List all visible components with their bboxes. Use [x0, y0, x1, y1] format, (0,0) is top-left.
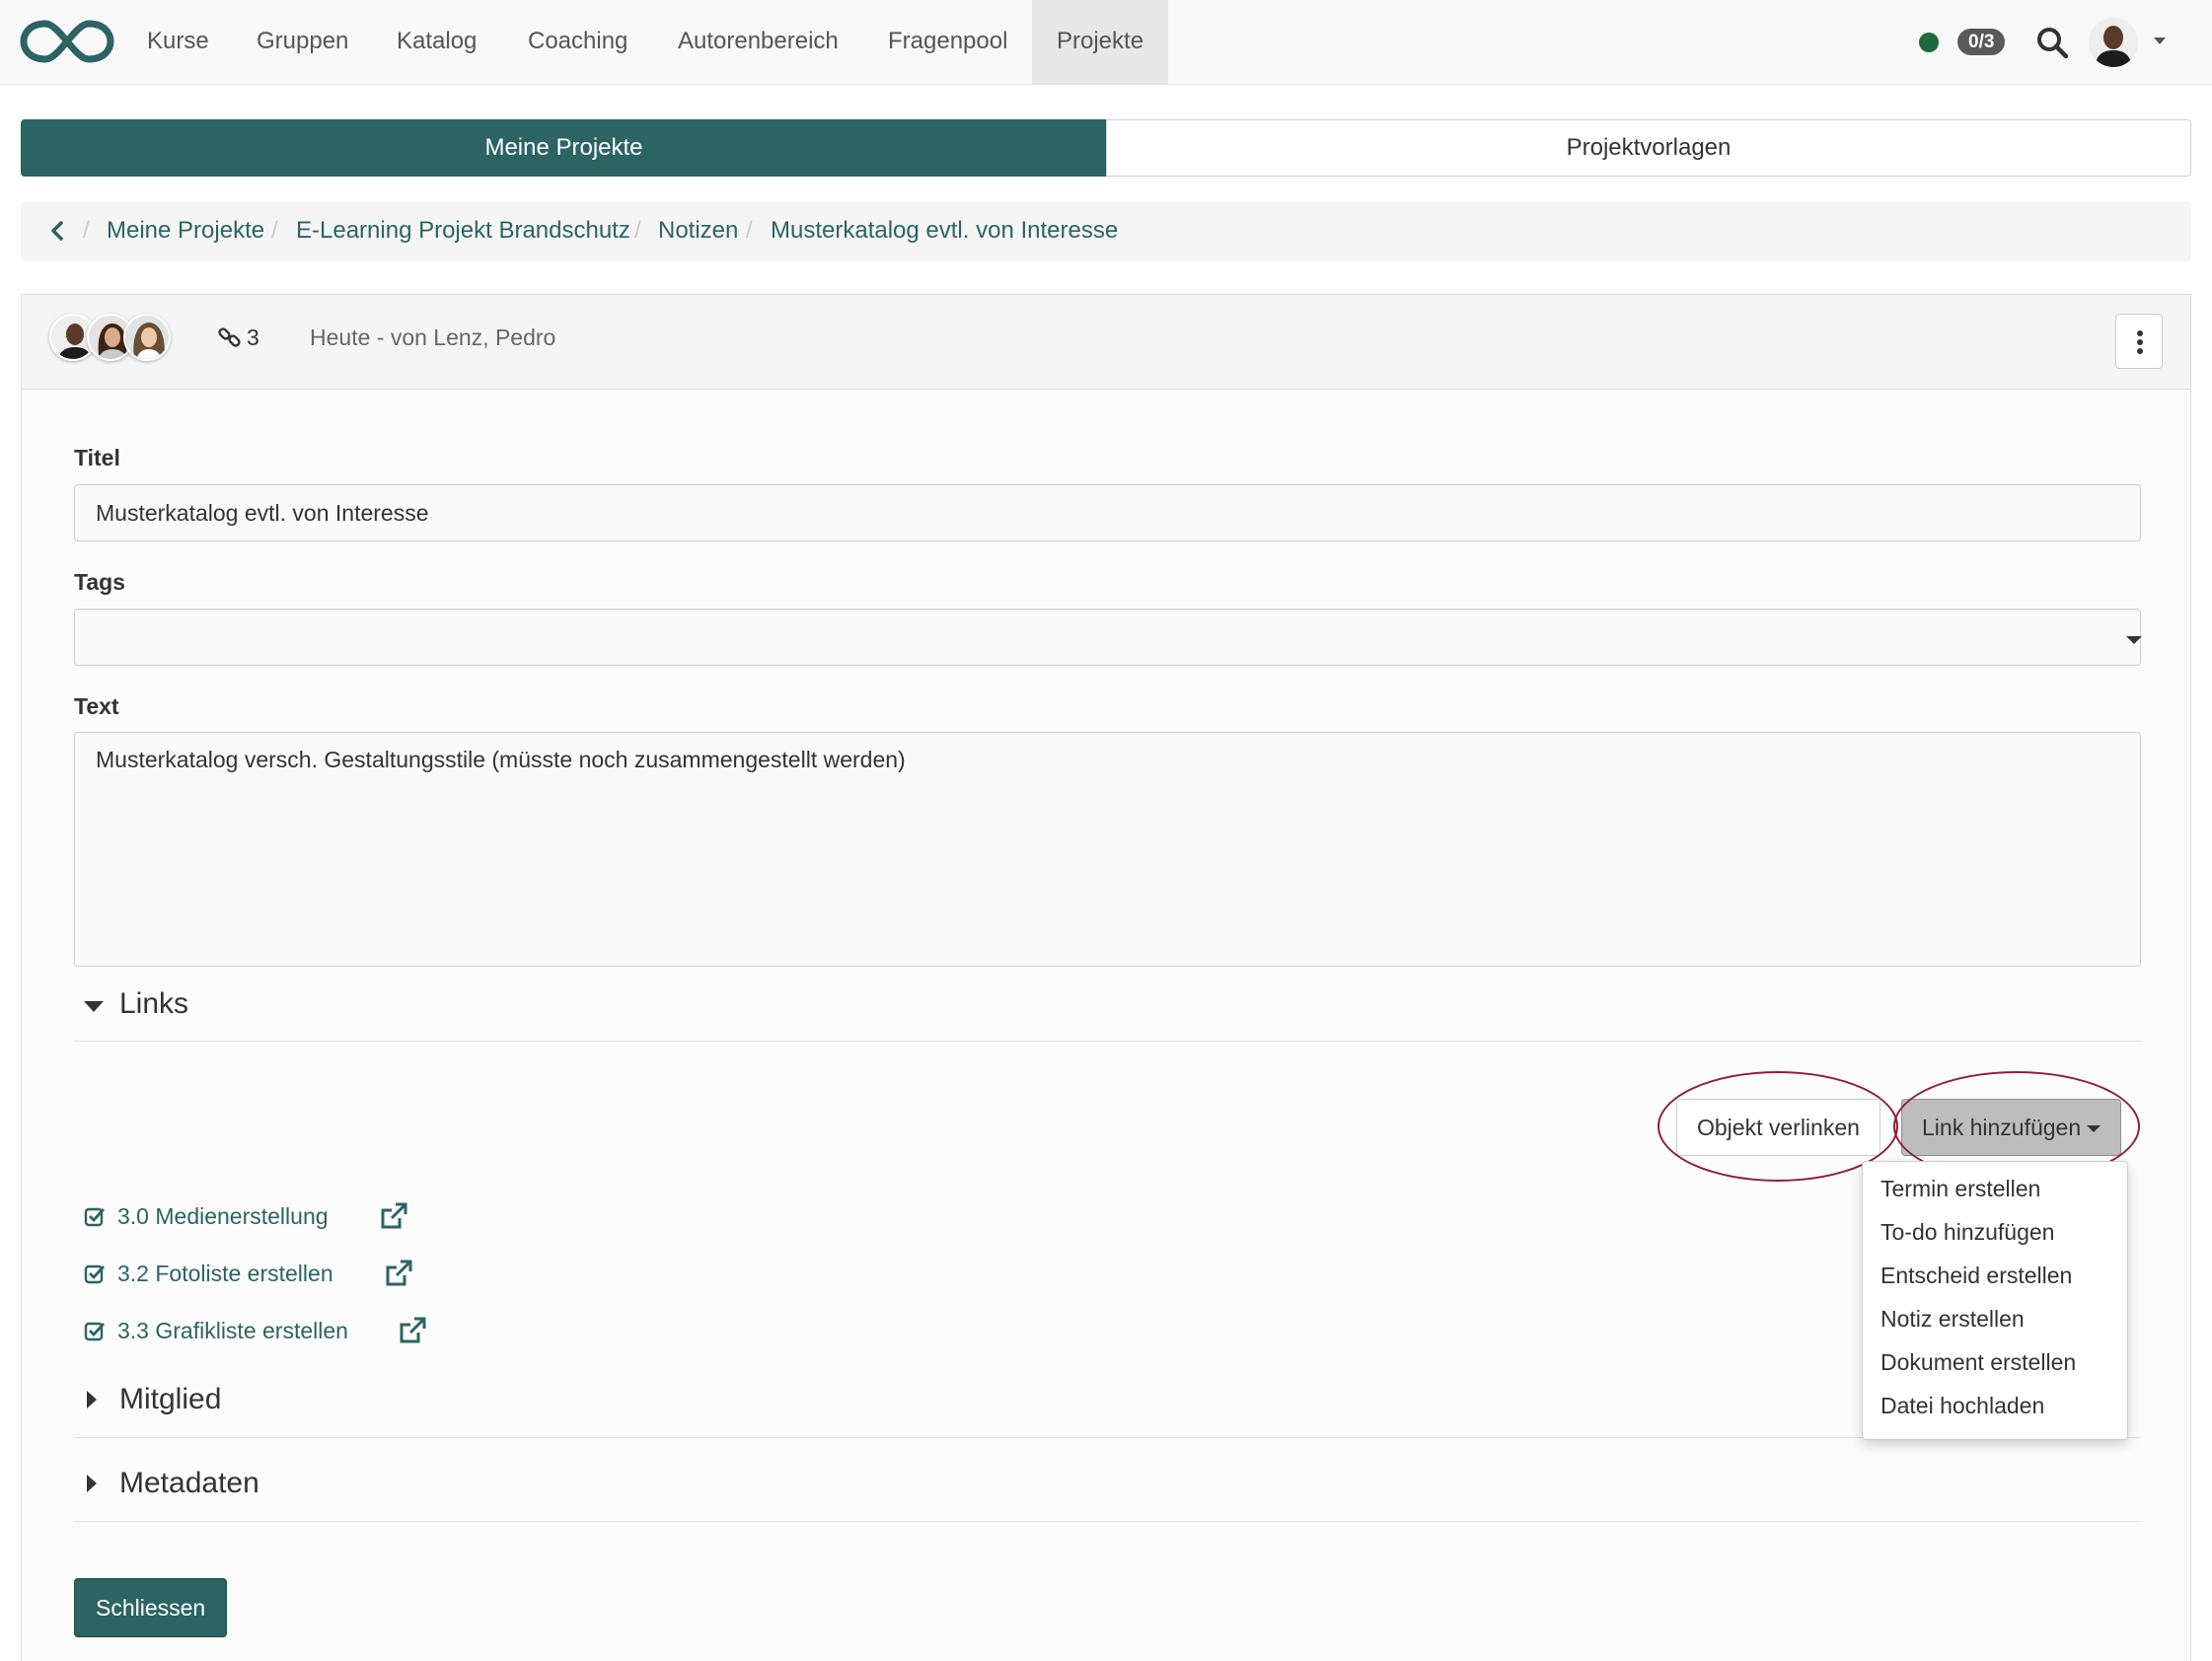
- title-input[interactable]: Musterkatalog evtl. von Interesse: [74, 484, 2141, 542]
- tags-select[interactable]: [74, 609, 2142, 666]
- add-link-caret-icon: [2087, 1125, 2101, 1133]
- logo-icon[interactable]: [20, 16, 114, 67]
- breadcrumb-item-my-projects[interactable]: Meine Projekte: [107, 217, 264, 245]
- tab-my-projects[interactable]: Meine Projekte: [21, 119, 1107, 177]
- top-navbar: Kurse Gruppen Katalog Coaching Autorenbe…: [0, 0, 2212, 85]
- breadcrumb-item-current[interactable]: Musterkatalog evtl. von Interesse: [771, 217, 1118, 245]
- title-label: Titel: [74, 445, 120, 470]
- nav-projekte[interactable]: Projekte: [1032, 0, 1169, 84]
- checkbox-task-icon: [84, 1207, 106, 1227]
- tab-project-templates[interactable]: Projektvorlagen: [1106, 119, 2191, 177]
- linked-item[interactable]: 3.2 Fotoliste erstellen: [117, 1261, 333, 1287]
- menu-item-create-appointment[interactable]: Termin erstellen: [1880, 1176, 2040, 1202]
- nav-autorenbereich[interactable]: Autorenbereich: [653, 0, 863, 84]
- online-status-indicator[interactable]: [1919, 33, 1939, 52]
- more-options-dot: [2137, 339, 2143, 345]
- member-expand-caret-icon[interactable]: [87, 1391, 97, 1408]
- menu-item-create-document[interactable]: Dokument erstellen: [1880, 1349, 2076, 1376]
- user-avatar-image: [2089, 18, 2138, 67]
- breadcrumb-item-notes[interactable]: Notizen: [658, 217, 738, 245]
- more-options-button[interactable]: [2115, 314, 2163, 369]
- add-link-button[interactable]: Link hinzufügen: [1901, 1099, 2122, 1156]
- checkbox-task-icon: [84, 1322, 106, 1341]
- links-section-title[interactable]: Links: [119, 987, 188, 1021]
- external-link-icon[interactable]: [378, 1200, 409, 1232]
- nav-gruppen[interactable]: Gruppen: [232, 0, 373, 84]
- link-count: 3: [247, 325, 259, 350]
- text-label: Text: [74, 693, 119, 719]
- add-link-button-label: Link hinzufügen: [1922, 1115, 2082, 1140]
- breadcrumb-separator: /: [634, 217, 641, 244]
- back-chevron-icon[interactable]: [46, 219, 70, 243]
- close-button[interactable]: Schliessen: [74, 1578, 228, 1637]
- modified-info: Heute - von Lenz, Pedro: [310, 325, 556, 350]
- member-avatar[interactable]: [123, 314, 171, 361]
- checkbox-task-icon: [84, 1264, 106, 1284]
- metadata-section-title[interactable]: Metadaten: [119, 1467, 259, 1500]
- note-panel-header: 3 Heute - von Lenz, Pedro: [22, 295, 2190, 390]
- breadcrumb-separator: /: [746, 217, 753, 244]
- metadata-expand-caret-icon[interactable]: [87, 1475, 97, 1492]
- menu-item-create-decision[interactable]: Entscheid erstellen: [1880, 1263, 2072, 1289]
- search-icon[interactable]: [2034, 25, 2070, 60]
- more-options-dot: [2137, 330, 2143, 336]
- links-collapse-caret-icon[interactable]: [84, 1001, 104, 1012]
- external-link-icon[interactable]: [397, 1315, 428, 1346]
- menu-item-add-todo[interactable]: To-do hinzufügen: [1880, 1219, 2054, 1246]
- nav-katalog[interactable]: Katalog: [372, 0, 501, 84]
- breadcrumb-separator: /: [83, 217, 90, 244]
- user-avatar[interactable]: [2089, 18, 2138, 67]
- member-avatar-image: [125, 316, 169, 359]
- links-divider: [74, 1041, 2141, 1042]
- member-divider: [74, 1437, 2141, 1438]
- link-icon: [218, 327, 241, 347]
- external-link-icon[interactable]: [383, 1258, 414, 1289]
- breadcrumb-separator: /: [271, 217, 278, 244]
- menu-item-create-note[interactable]: Notiz erstellen: [1880, 1306, 2025, 1333]
- text-textarea[interactable]: Musterkatalog versch. Gestaltungsstile (…: [74, 732, 2141, 967]
- linked-item[interactable]: 3.0 Medienerstellung: [117, 1203, 329, 1230]
- user-menu-caret-icon[interactable]: [2154, 37, 2166, 44]
- breadcrumb-item-project[interactable]: E-Learning Projekt Brandschutz: [296, 217, 630, 245]
- note-panel: 3 Heute - von Lenz, Pedro Titel Musterka…: [21, 294, 2191, 1661]
- nav-kurse[interactable]: Kurse: [122, 0, 234, 84]
- nav-coaching[interactable]: Coaching: [503, 0, 652, 84]
- tags-dropdown-caret-icon[interactable]: [2126, 636, 2142, 644]
- breadcrumb: / Meine Projekte / E-Learning Projekt Br…: [21, 201, 2191, 261]
- nav-fragenpool[interactable]: Fragenpool: [863, 0, 1032, 84]
- link-object-button[interactable]: Objekt verlinken: [1676, 1099, 1880, 1156]
- linked-item[interactable]: 3.3 Grafikliste erstellen: [117, 1318, 348, 1344]
- add-link-dropdown-menu: Termin erstellen To-do hinzufügen Entsch…: [1862, 1161, 2128, 1440]
- more-options-dot: [2137, 348, 2143, 354]
- notification-badge[interactable]: 0/3: [1957, 29, 2006, 55]
- member-section-title[interactable]: Mitglied: [119, 1383, 221, 1416]
- tags-label: Tags: [74, 569, 125, 595]
- menu-item-upload-file[interactable]: Datei hochladen: [1880, 1393, 2044, 1419]
- metadata-divider: [74, 1521, 2141, 1522]
